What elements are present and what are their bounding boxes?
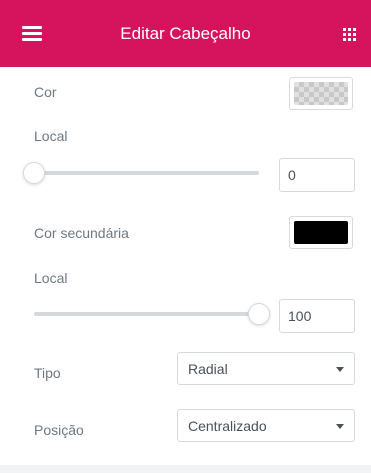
location-slider-handle[interactable]	[23, 162, 45, 184]
position-label: Posição	[34, 422, 84, 438]
type-select[interactable]: Radial	[177, 352, 355, 385]
panel-title: Editar Cabeçalho	[120, 24, 251, 43]
second-color-label: Cor secundária	[34, 225, 129, 241]
panel-bottom-divider	[0, 465, 371, 473]
position-select-value: Centralizado	[188, 418, 267, 434]
second-location-slider-track	[34, 312, 259, 316]
second-location-label: Local	[34, 270, 68, 286]
panel-header: Editar Cabeçalho	[0, 0, 371, 67]
chevron-down-icon	[336, 367, 344, 372]
grid-apps-icon[interactable]	[343, 28, 357, 42]
location-slider[interactable]	[23, 162, 259, 184]
type-select-value: Radial	[188, 361, 228, 377]
type-label: Tipo	[34, 365, 61, 381]
black-color-preview	[294, 221, 348, 244]
position-select[interactable]: Centralizado	[177, 409, 355, 442]
transparent-color-preview	[294, 82, 348, 105]
location-slider-track	[34, 171, 259, 175]
second-location-slider-handle[interactable]	[248, 303, 270, 325]
gradient-settings-panel: Cor Local Cor secundária Local Tipo Radi…	[0, 67, 371, 465]
second-location-slider[interactable]	[34, 303, 270, 325]
second-color-picker-swatch[interactable]	[289, 216, 353, 249]
color-label: Cor	[34, 84, 57, 100]
second-location-input[interactable]	[279, 299, 355, 333]
color-picker-swatch[interactable]	[289, 77, 353, 110]
location-input[interactable]	[279, 158, 355, 192]
location-label: Local	[34, 128, 68, 144]
chevron-down-icon	[336, 424, 344, 429]
